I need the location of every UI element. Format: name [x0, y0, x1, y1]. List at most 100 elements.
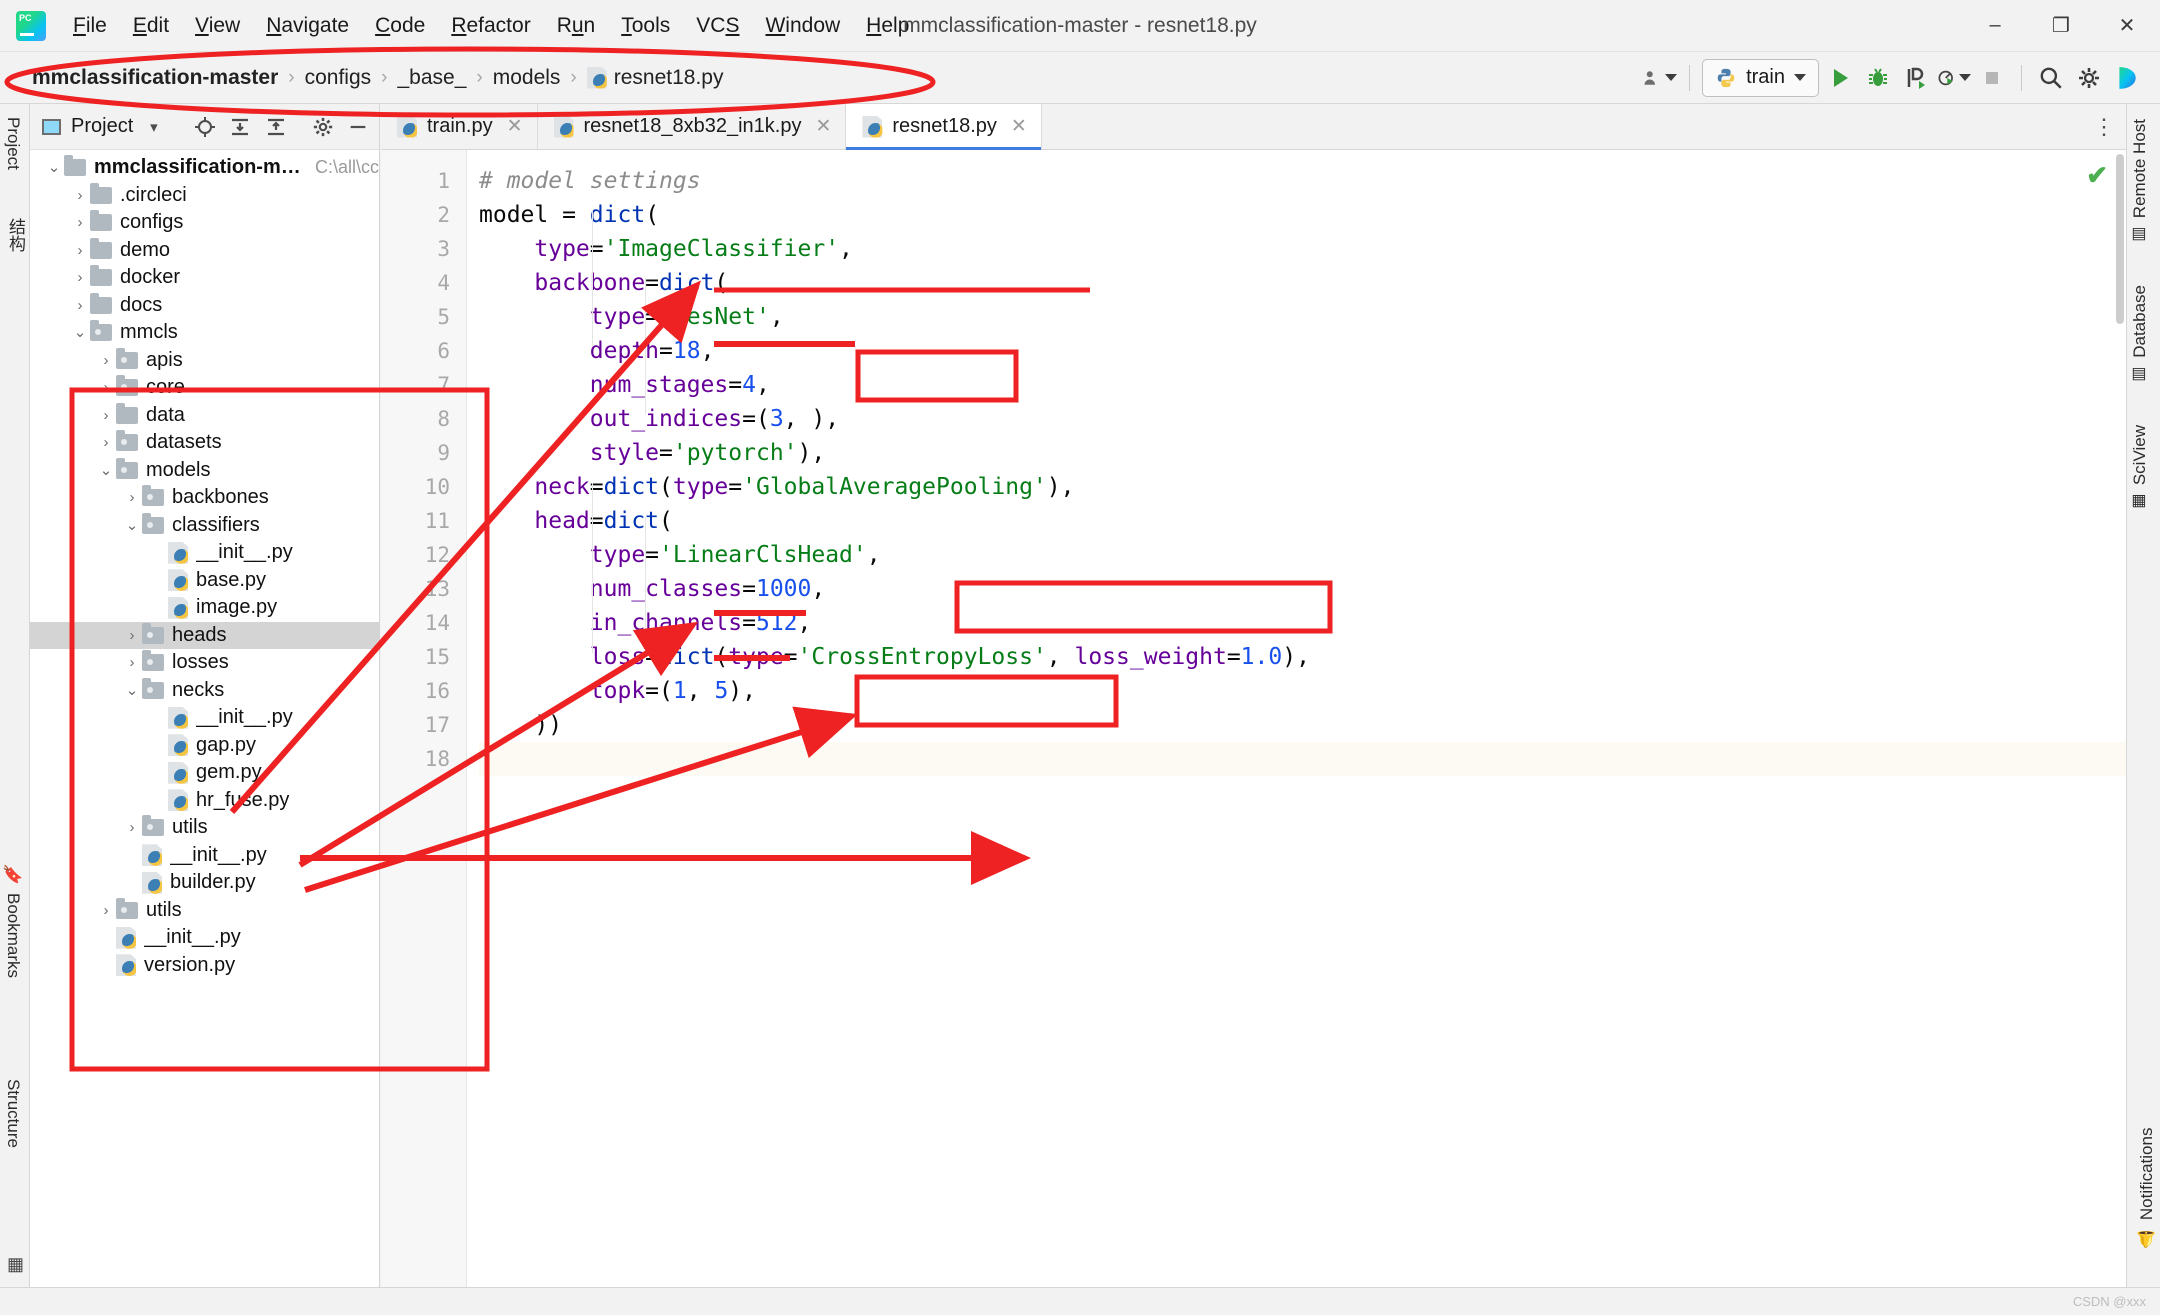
code-line[interactable]: num_stages=4,	[479, 368, 2126, 402]
chevron-right-icon[interactable]: ›	[96, 353, 116, 368]
code-line[interactable]: head=dict(	[479, 504, 2126, 538]
inspection-status-icon[interactable]: ✔	[2086, 160, 2108, 191]
expand-all-icon[interactable]	[226, 112, 255, 142]
tree-node-configs[interactable]: ›configs	[30, 209, 379, 237]
tree-node-gap-py[interactable]: ·gap.py	[30, 732, 379, 760]
tree-node--init-py[interactable]: ·__init__.py	[30, 842, 379, 870]
rail-structure-cn[interactable]: 结构	[0, 209, 31, 261]
rail-more-icon[interactable]: ▦	[7, 1254, 24, 1275]
chevron-right-icon[interactable]: ›	[122, 490, 142, 505]
rail-remote-host[interactable]: ▤ Remote Host	[2127, 110, 2153, 254]
menu-item-code[interactable]: Code	[362, 10, 438, 42]
rail-structure[interactable]: Structure	[0, 1070, 26, 1157]
assistant-icon[interactable]	[2110, 61, 2144, 95]
code-line[interactable]: topk=(1, 5),	[479, 674, 2126, 708]
tree-node--init-py[interactable]: ·__init__.py	[30, 704, 379, 732]
tree-node--init-py[interactable]: ·__init__.py	[30, 924, 379, 952]
run-configuration-selector[interactable]: train	[1702, 59, 1819, 97]
code-line[interactable]: ))	[479, 708, 2126, 742]
code-line[interactable]: type='LinearClsHead',	[479, 538, 2126, 572]
code-editor[interactable]: 123456789101112131415161718 # model sett…	[381, 150, 2126, 1287]
chevron-down-icon[interactable]: ⌄	[122, 518, 142, 533]
tree-node-docs[interactable]: ›docs	[30, 292, 379, 320]
run-with-coverage-icon[interactable]	[1899, 61, 1933, 95]
menu-item-view[interactable]: View	[182, 10, 253, 42]
tree-node-core[interactable]: ›core	[30, 374, 379, 402]
tree-node-docker[interactable]: ›docker	[30, 264, 379, 292]
code-line[interactable]: type='ImageClassifier',	[479, 232, 2126, 266]
menu-item-navigate[interactable]: Navigate	[253, 10, 362, 42]
menu-item-help[interactable]: Help	[853, 10, 922, 42]
code-line[interactable]: depth=18,	[479, 334, 2126, 368]
chevron-down-icon[interactable]: ⌄	[44, 160, 64, 175]
rail-notifications[interactable]: 🔔 Notifications	[2134, 1119, 2160, 1257]
tree-node-mmcls[interactable]: ⌄mmcls	[30, 319, 379, 347]
profile-icon[interactable]	[1937, 61, 1971, 95]
code-line[interactable]: model = dict(	[479, 198, 2126, 232]
menu-item-refactor[interactable]: Refactor	[438, 10, 543, 42]
search-icon[interactable]	[2034, 61, 2068, 95]
chevron-right-icon[interactable]: ›	[70, 215, 90, 230]
locate-icon[interactable]	[191, 112, 220, 142]
tree-node-datasets[interactable]: ›datasets	[30, 429, 379, 457]
tree-node-hr-fuse-py[interactable]: ·hr_fuse.py	[30, 787, 379, 815]
tree-node-losses[interactable]: ›losses	[30, 649, 379, 677]
tree-node-demo[interactable]: ›demo	[30, 237, 379, 265]
tree-node-image-py[interactable]: ·image.py	[30, 594, 379, 622]
chevron-right-icon[interactable]: ›	[70, 243, 90, 258]
menu-item-tools[interactable]: Tools	[608, 10, 683, 42]
tree-node-gem-py[interactable]: ·gem.py	[30, 759, 379, 787]
code-line[interactable]: out_indices=(3, ),	[479, 402, 2126, 436]
project-tree[interactable]: ⌄mmclassification-masterC:\all\cc›.circl…	[30, 150, 379, 1287]
chevron-right-icon[interactable]: ›	[70, 298, 90, 313]
breadcrumb-item-configs[interactable]: configs	[299, 64, 378, 92]
breadcrumb-item--base-[interactable]: _base_	[391, 64, 472, 92]
code-line[interactable]: style='pytorch'),	[479, 436, 2126, 470]
collapse-all-icon[interactable]	[261, 112, 290, 142]
editor-tab-resnet18-py[interactable]: resnet18.py✕	[846, 104, 1041, 149]
tree-node-heads[interactable]: ›heads	[30, 622, 379, 650]
hide-panel-icon[interactable]	[344, 112, 373, 142]
code-content[interactable]: # model settingsmodel = dict( type='Imag…	[467, 150, 2126, 1287]
code-line[interactable]: loss=dict(type='CrossEntropyLoss', loss_…	[479, 640, 2126, 674]
menu-item-run[interactable]: Run	[544, 10, 609, 42]
chevron-right-icon[interactable]: ›	[70, 188, 90, 203]
tree-node-version-py[interactable]: ·version.py	[30, 952, 379, 980]
chevron-right-icon[interactable]: ›	[96, 903, 116, 918]
chevron-right-icon[interactable]: ›	[122, 655, 142, 670]
chevron-right-icon[interactable]: ›	[122, 820, 142, 835]
close-tab-icon[interactable]: ✕	[1011, 115, 1027, 138]
tree-node-builder-py[interactable]: ·builder.py	[30, 869, 379, 897]
breadcrumb-item-models[interactable]: models	[487, 64, 567, 92]
tree-node--init-py[interactable]: ·__init__.py	[30, 539, 379, 567]
tree-node-apis[interactable]: ›apis	[30, 347, 379, 375]
tree-node-mmclassification-master[interactable]: ⌄mmclassification-masterC:\all\cc	[30, 154, 379, 182]
tree-node-base-py[interactable]: ·base.py	[30, 567, 379, 595]
run-icon[interactable]	[1823, 61, 1857, 95]
tree-node-data[interactable]: ›data	[30, 402, 379, 430]
chevron-right-icon[interactable]: ›	[96, 408, 116, 423]
gear-icon[interactable]	[2072, 61, 2106, 95]
menu-item-window[interactable]: Window	[752, 10, 853, 42]
code-line[interactable]	[479, 742, 2126, 776]
breadcrumb-item-resnet18-py[interactable]: resnet18.py	[581, 64, 730, 92]
editor-tab-resnet18-8xb32-in1k-py[interactable]: resnet18_8xb32_in1k.py✕	[538, 104, 847, 149]
chevron-right-icon[interactable]: ›	[96, 435, 116, 450]
rail-database[interactable]: ▤ Database	[2127, 276, 2153, 394]
menu-item-file[interactable]: File	[60, 10, 120, 42]
tree-node--circleci[interactable]: ›.circleci	[30, 182, 379, 210]
tree-node-classifiers[interactable]: ⌄classifiers	[30, 512, 379, 540]
tree-node-backbones[interactable]: ›backbones	[30, 484, 379, 512]
code-line[interactable]: in_channels=512,	[479, 606, 2126, 640]
tree-node-necks[interactable]: ⌄necks	[30, 677, 379, 705]
tree-node-utils[interactable]: ›utils	[30, 897, 379, 925]
editor-scrollbar[interactable]	[2116, 154, 2124, 324]
minimize-button[interactable]: –	[1962, 0, 2028, 52]
gear-icon[interactable]	[308, 112, 337, 142]
editor-tab-train-py[interactable]: train.py✕	[381, 104, 538, 149]
code-line[interactable]: num_classes=1000,	[479, 572, 2126, 606]
more-options-icon[interactable]: ⋮	[2082, 104, 2126, 149]
chevron-down-icon[interactable]: ⌄	[96, 463, 116, 478]
maximize-button[interactable]: ❐	[2028, 0, 2094, 52]
chevron-right-icon[interactable]: ›	[96, 380, 116, 395]
